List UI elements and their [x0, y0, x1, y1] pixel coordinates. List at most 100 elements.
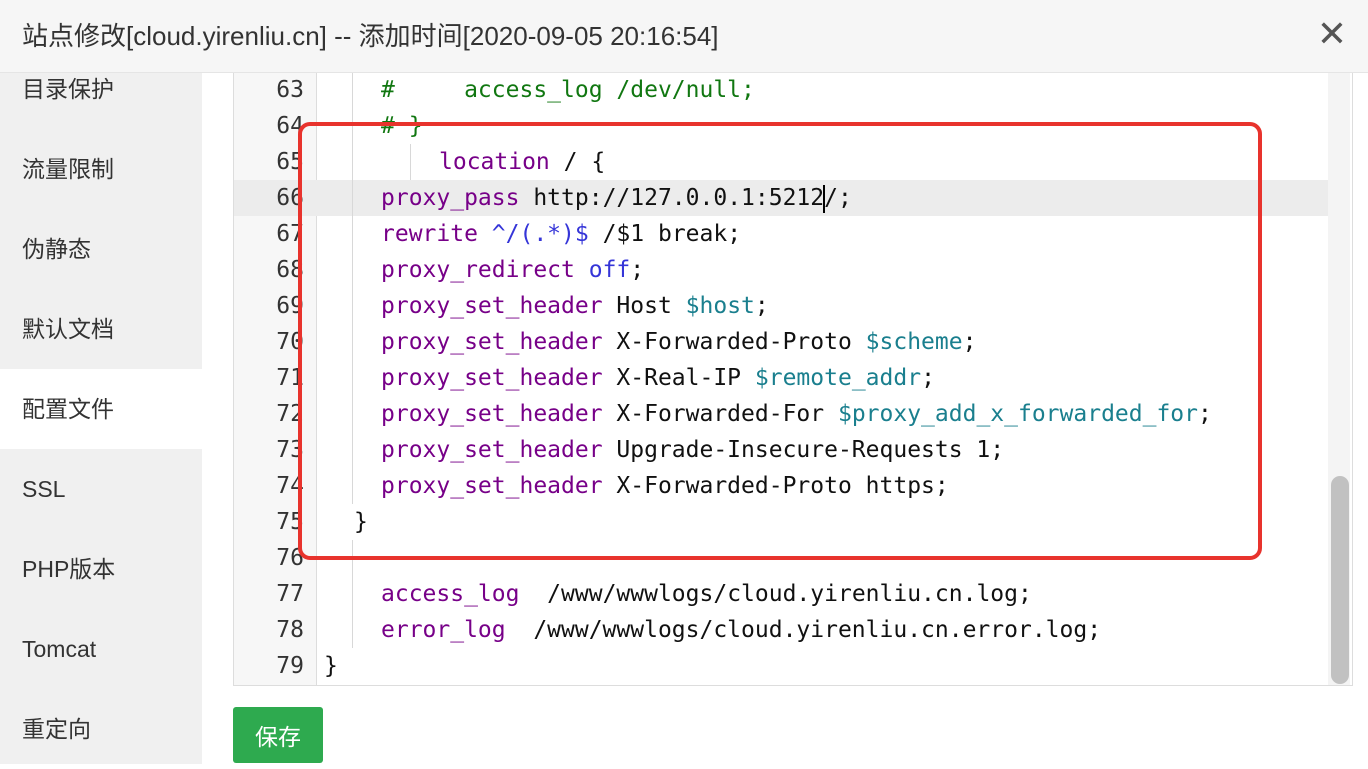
code-line[interactable]: 73 proxy_set_header Upgrade-Insecure-Requ…	[234, 432, 1330, 468]
line-number: 78	[276, 617, 304, 643]
code-text: access_log /www/wwwlogs/cloud.yirenliu.c…	[381, 576, 1032, 612]
code-token: # access_log /dev/null;	[381, 77, 755, 103]
line-number: 76	[276, 545, 304, 571]
code-line[interactable]: 69 proxy_set_header Host $host;	[234, 288, 1330, 324]
code-line[interactable]: 68 proxy_redirect off;	[234, 252, 1330, 288]
code-text: # }	[381, 108, 423, 144]
line-number: 65	[276, 149, 304, 175]
sidebar-item-traffic-limit[interactable]: 流量限制	[0, 129, 202, 209]
code-token: proxy_set_header	[381, 437, 603, 463]
indent-guide	[410, 144, 411, 180]
code-token: proxy_set_header	[381, 329, 603, 355]
code-token: proxy_set_header	[381, 473, 603, 499]
sidebar-item-php-version[interactable]: PHP版本	[0, 529, 202, 609]
code-text: proxy_pass http://127.0.0.1:5212/;	[381, 180, 852, 216]
code-line[interactable]: 67 rewrite ^/(.*)$ /$1 break;	[234, 216, 1330, 252]
line-number: 67	[276, 221, 304, 247]
sidebar-item-rewrite[interactable]: 伪静态	[0, 209, 202, 289]
dialog-title: 站点修改[cloud.yirenliu.cn] -- 添加时间[2020-09-…	[22, 21, 719, 51]
save-button[interactable]: 保存	[233, 707, 323, 763]
code-token: # }	[381, 113, 423, 139]
code-text: }	[354, 504, 368, 540]
line-number: 70	[276, 329, 304, 355]
sidebar-item-directory-protection[interactable]: 目录保护	[0, 49, 202, 129]
code-line[interactable]: 78 error_log /www/wwwlogs/cloud.yirenliu.…	[234, 612, 1330, 648]
scrollbar-thumb[interactable]	[1331, 476, 1349, 684]
code-line[interactable]: 72 proxy_set_header X-Forwarded-For $prox…	[234, 396, 1330, 432]
line-number: 79	[276, 653, 304, 679]
indent-guide	[352, 360, 353, 396]
line-number: 77	[276, 581, 304, 607]
sidebar-item-config-file[interactable]: 配置文件	[0, 369, 202, 449]
code-token: Upgrade-Insecure-Requests 1;	[602, 437, 1005, 463]
sidebar-item-default-document[interactable]: 默认文档	[0, 289, 202, 369]
code-line[interactable]: 65 location / {	[234, 144, 1330, 180]
code-token: Host	[602, 293, 686, 319]
code-token: /www/wwwlogs/cloud.yirenliu.cn.log;	[519, 581, 1032, 607]
code-token: ;	[921, 365, 935, 391]
code-token: proxy_redirect	[381, 257, 575, 283]
sidebar: 目录保护 流量限制 伪静态 默认文档 配置文件 SSL PHP版本 Tomcat…	[0, 73, 202, 764]
indent-guide	[352, 252, 353, 288]
indent-guide	[352, 73, 353, 108]
line-number: 64	[276, 113, 304, 139]
line-number: 75	[276, 509, 304, 535]
code-line[interactable]: 79}	[234, 648, 1330, 684]
line-number: 68	[276, 257, 304, 283]
code-text: rewrite ^/(.*)$ /$1 break;	[381, 216, 741, 252]
code-text: proxy_set_header X-Real-IP $remote_addr;	[381, 360, 935, 396]
code-line[interactable]: 71 proxy_set_header X-Real-IP $remote_add…	[234, 360, 1330, 396]
code-text: location / {	[439, 144, 605, 180]
close-icon[interactable]: ✕	[1312, 14, 1352, 54]
code-token: error_log	[381, 617, 506, 643]
code-editor[interactable]: 63 # access_log /dev/null; 64 # } 65 location…	[233, 73, 1353, 686]
code-line[interactable]: 76	[234, 540, 1330, 576]
code-token: X-Forwarded-Proto	[602, 329, 866, 355]
line-number: 69	[276, 293, 304, 319]
code-token: X-Real-IP	[602, 365, 755, 391]
code-line[interactable]: 74 proxy_set_header X-Forwarded-Proto htt…	[234, 468, 1330, 504]
code-token: proxy_set_header	[381, 293, 603, 319]
code-text: error_log /www/wwwlogs/cloud.yirenliu.cn…	[381, 612, 1101, 648]
code-token: /$1 break;	[588, 221, 742, 247]
code-text: proxy_redirect off;	[381, 252, 644, 288]
code-token: / {	[549, 149, 606, 175]
sidebar-item-redirect[interactable]: 重定向	[0, 689, 202, 769]
code-token: ;	[962, 329, 977, 355]
code-text: # access_log /dev/null;	[381, 73, 755, 108]
line-number: 73	[276, 437, 304, 463]
code-token: $proxy_add_x_forwarded_for	[837, 401, 1198, 427]
indent-guide	[352, 108, 353, 144]
code-line[interactable]: 77 access_log /www/wwwlogs/cloud.yirenliu…	[234, 576, 1330, 612]
line-number: 63	[276, 77, 304, 103]
code-line[interactable]: 63 # access_log /dev/null;	[234, 73, 1330, 108]
code-token: /;	[824, 185, 852, 211]
indent-guide	[352, 540, 353, 576]
code-token: $scheme	[865, 329, 963, 355]
code-line[interactable]: 75}	[234, 504, 1330, 540]
indent-guide	[352, 288, 353, 324]
line-number: 74	[276, 473, 304, 499]
sidebar-item-ssl[interactable]: SSL	[0, 449, 202, 529]
code-line[interactable]: 70 proxy_set_header X-Forwarded-Proto $sc…	[234, 324, 1330, 360]
code-token: X-Forwarded-Proto https;	[602, 473, 949, 499]
code-token: access_log	[381, 581, 520, 607]
indent-guide	[352, 216, 353, 252]
code-token: $host	[685, 293, 755, 319]
indent-guide	[352, 432, 353, 468]
indent-guide	[352, 144, 353, 180]
code-token: $remote_addr	[754, 365, 922, 391]
code-line[interactable]: 66 proxy_pass http://127.0.0.1:5212/;	[234, 180, 1330, 216]
code-line[interactable]: 64 # }	[234, 108, 1330, 144]
sidebar-item-tomcat[interactable]: Tomcat	[0, 609, 202, 689]
code-token: }	[354, 509, 368, 535]
code-token: off	[588, 257, 631, 283]
code-token: ;	[1198, 401, 1212, 427]
code-token: http://127.0.0.1:5212	[519, 185, 825, 211]
code-token: ^/(.*)$	[491, 221, 589, 247]
code-token: proxy_pass	[381, 185, 520, 211]
code-token: proxy_set_header	[381, 401, 603, 427]
code-text: proxy_set_header Upgrade-Insecure-Reques…	[381, 432, 1004, 468]
